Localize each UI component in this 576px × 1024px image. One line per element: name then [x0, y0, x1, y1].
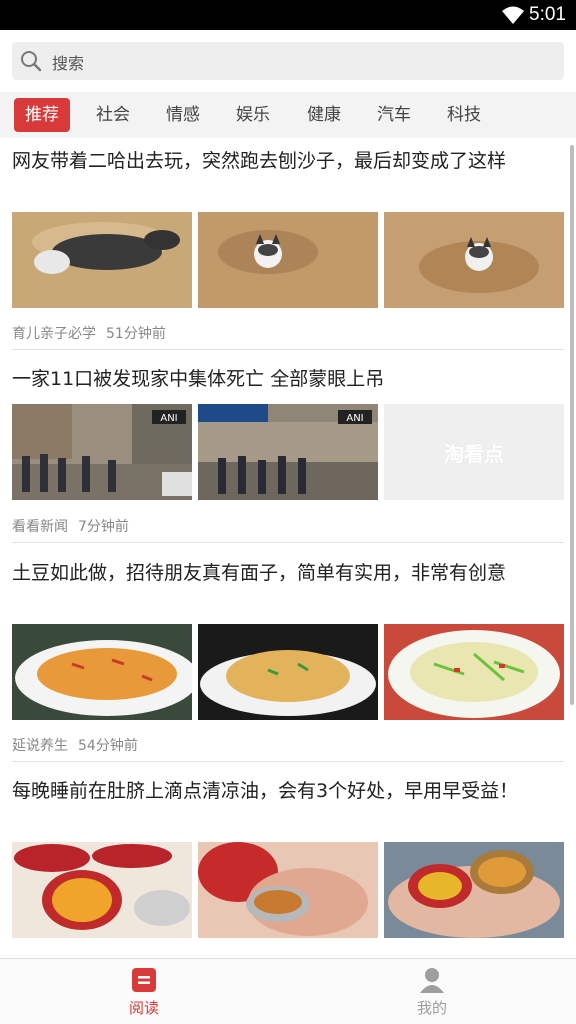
tab-entertainment[interactable]: 娱乐: [230, 98, 276, 132]
street-crowd-photo: ANI: [12, 404, 192, 500]
article-images: [12, 212, 564, 308]
article-title: 每晚睡前在肚脐上滴点清凉油，会有3个好处，早用早受益！: [12, 780, 519, 802]
ani-badge: ANI: [160, 413, 177, 424]
tab-emotion[interactable]: 情感: [160, 98, 206, 132]
article-images: [12, 624, 564, 720]
article-time: 54分钟前: [78, 738, 138, 754]
balm-hand-photo: [384, 842, 564, 938]
article-meta: 延说养生 54分钟前: [12, 735, 138, 755]
potato-dish-photo: [12, 624, 192, 720]
profile-icon: [420, 968, 444, 993]
article-source: 看看新闻: [12, 519, 68, 535]
article-meta: 育儿亲子必学 51分钟前: [12, 323, 166, 343]
article-card[interactable]: 一家11口被发现家中集体死亡 全部蒙眼上吊 ANI ANI 淘看点 看看新闻 7…: [12, 366, 564, 556]
ani-badge: ANI: [346, 413, 363, 424]
category-tabs: 推荐 社会 情感 娱乐 健康 汽车 科技: [0, 92, 576, 138]
tab-auto[interactable]: 汽车: [371, 98, 417, 132]
husky-in-sand-photo: [198, 212, 378, 308]
divider: [12, 349, 564, 350]
read-icon: [132, 968, 156, 992]
balm-tins-photo: [12, 842, 192, 938]
bottom-nav: 阅读 我的: [0, 958, 576, 1024]
placeholder-text: 淘看点: [444, 442, 504, 466]
nav-read[interactable]: 阅读: [0, 959, 288, 1024]
article-title: 网友带着二哈出去玩，突然跑去刨沙子，最后却变成了这样: [12, 150, 507, 172]
divider: [12, 542, 564, 543]
husky-lying-photo: [12, 212, 192, 308]
search-input[interactable]: 搜索: [12, 42, 564, 80]
article-time: 7分钟前: [78, 519, 129, 535]
nav-read-label: 阅读: [128, 999, 159, 1017]
article-source: 育儿亲子必学: [12, 326, 96, 342]
potato-dish-photo-2: [198, 624, 378, 720]
status-bar: 5:01: [0, 0, 576, 30]
husky-buried-photo: [384, 212, 564, 308]
news-feed[interactable]: 网友带着二哈出去玩，突然跑去刨沙子，最后却变成了这样 育儿亲子必学 51分钟前 …: [0, 138, 576, 958]
search-bar: 搜索: [0, 30, 576, 92]
article-title: 土豆如此做，招待朋友真有面子，简单有实用，非常有创意: [12, 562, 507, 584]
article-title: 一家11口被发现家中集体死亡 全部蒙眼上吊: [12, 368, 385, 390]
street-crowd-photo-2: ANI: [198, 404, 378, 500]
article-source: 延说养生: [12, 738, 68, 754]
tab-tech[interactable]: 科技: [441, 98, 487, 132]
nav-profile-label: 我的: [416, 999, 447, 1017]
wifi-icon: [502, 6, 524, 24]
divider: [12, 761, 564, 762]
article-meta: 看看新闻 7分钟前: [12, 516, 129, 536]
tab-society[interactable]: 社会: [90, 98, 136, 132]
potato-dish-photo-3: [384, 624, 564, 720]
tab-health[interactable]: 健康: [301, 98, 347, 132]
article-images: ANI ANI 淘看点: [12, 404, 564, 500]
feed-scrollbar[interactable]: [570, 145, 574, 705]
nav-profile[interactable]: 我的: [288, 959, 576, 1024]
image-placeholder: 淘看点: [384, 404, 564, 500]
tab-recommend[interactable]: 推荐: [14, 98, 70, 132]
status-time: 5:01: [529, 4, 566, 25]
article-card[interactable]: 网友带着二哈出去玩，突然跑去刨沙子，最后却变成了这样 育儿亲子必学 51分钟前: [12, 148, 564, 350]
article-images: [12, 842, 564, 938]
article-card[interactable]: 土豆如此做，招待朋友真有面子，简单有实用，非常有创意 延说养生 54分钟前: [12, 560, 564, 762]
search-placeholder: 搜索: [52, 54, 85, 73]
article-card[interactable]: 每晚睡前在肚脐上滴点清凉油，会有3个好处，早用早受益！: [12, 778, 564, 958]
balm-finger-photo: [198, 842, 378, 938]
search-icon: [21, 51, 42, 72]
article-time: 51分钟前: [106, 326, 166, 342]
